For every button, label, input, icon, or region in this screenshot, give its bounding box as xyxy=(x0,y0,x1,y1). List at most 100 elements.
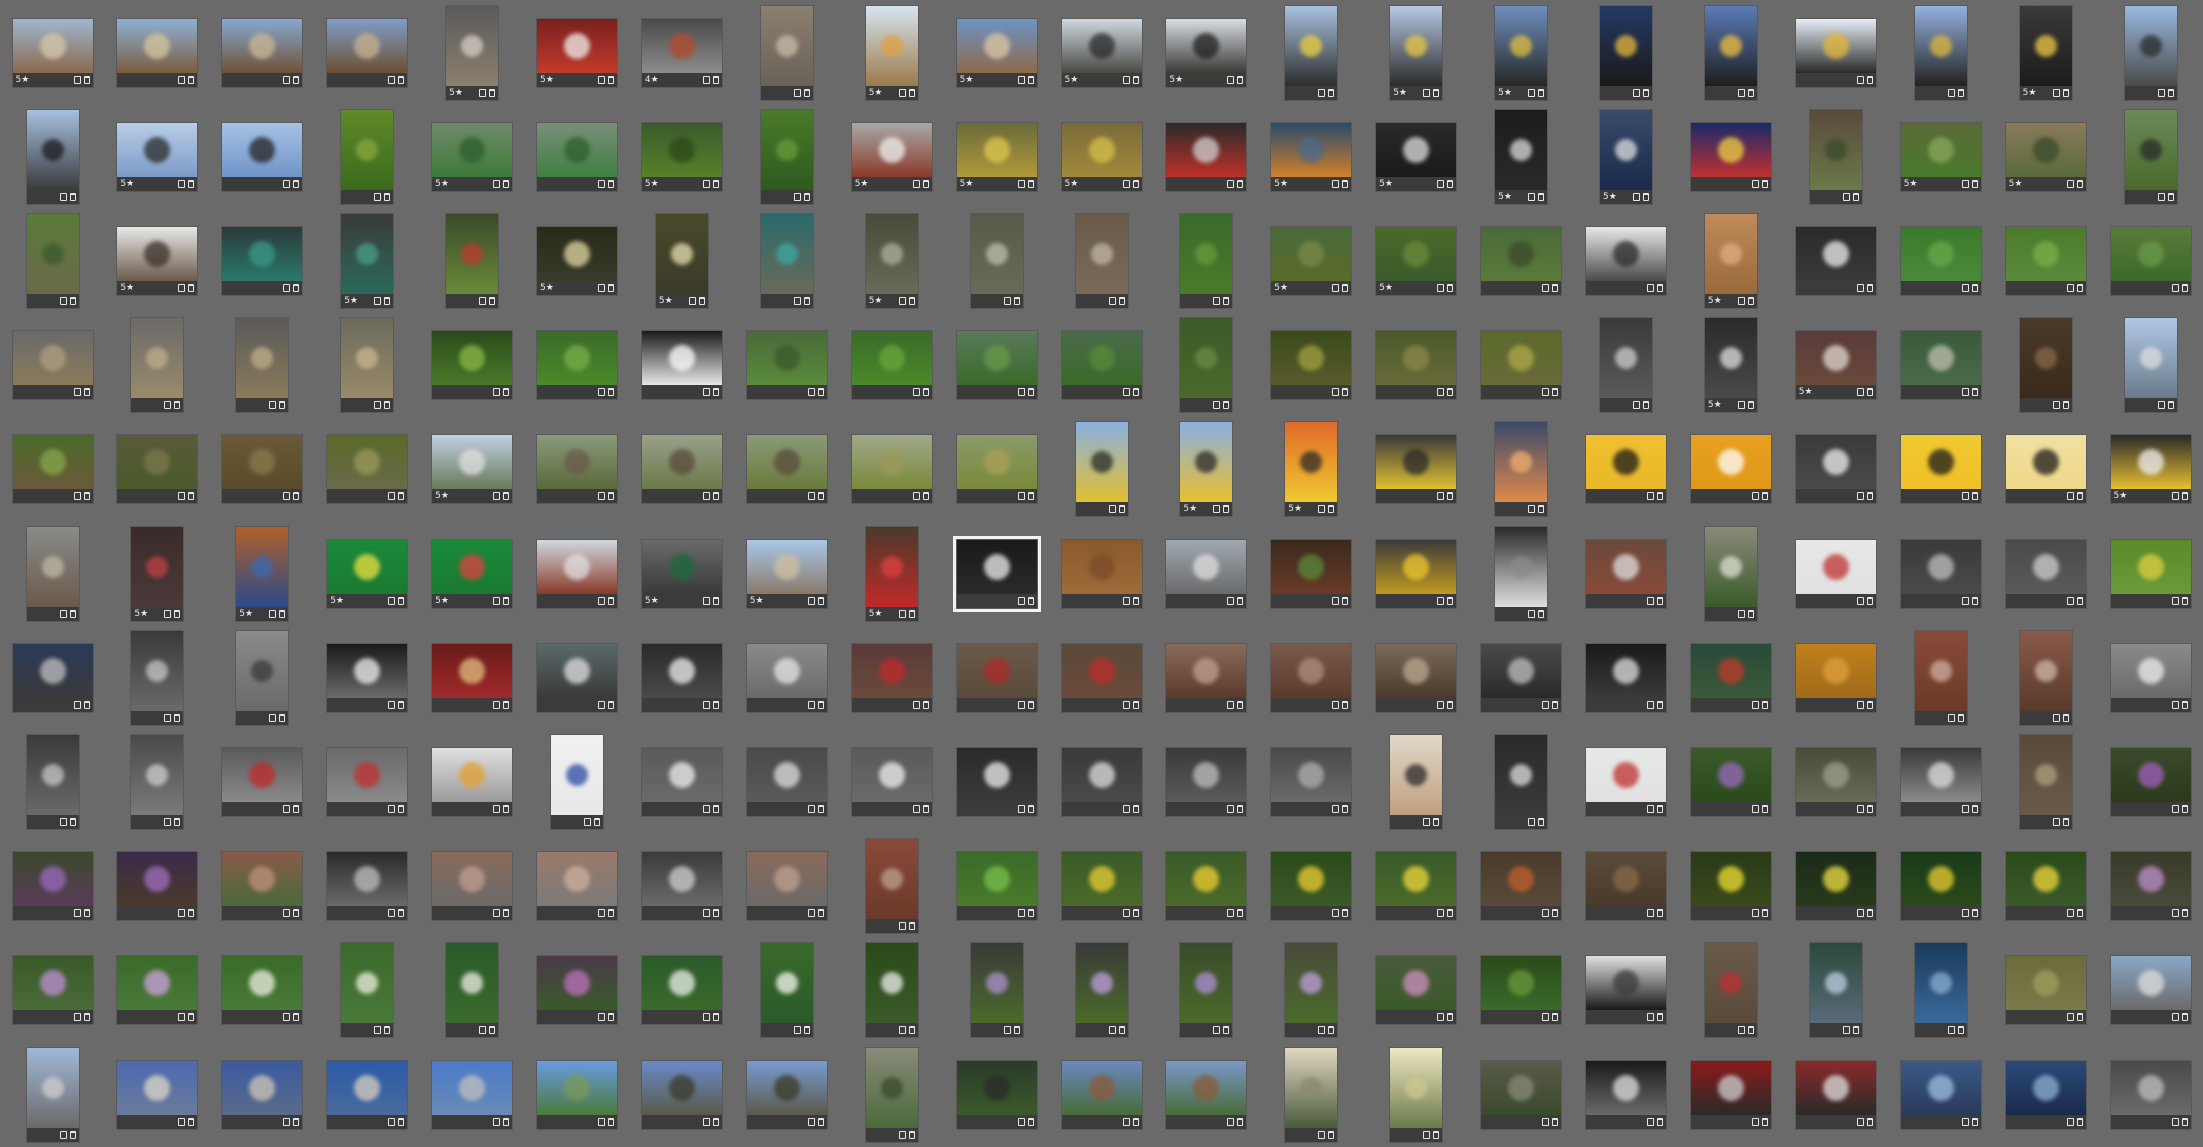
photo-thumbnail[interactable] xyxy=(1376,435,1457,504)
photo-thumbnail[interactable] xyxy=(327,747,408,816)
photo-thumbnail[interactable] xyxy=(222,956,303,1025)
photo-thumbnail[interactable] xyxy=(1061,331,1142,400)
trash-icon[interactable] xyxy=(293,283,300,292)
photo-thumbnail[interactable] xyxy=(327,643,408,712)
filmstrip-edit-icon[interactable] xyxy=(702,492,710,501)
filmstrip-edit-icon[interactable] xyxy=(269,401,277,410)
trash-icon[interactable] xyxy=(503,909,510,918)
trash-icon[interactable] xyxy=(1237,1117,1244,1126)
photo-thumbnail[interactable]: 5★ xyxy=(641,122,722,191)
trash-icon[interactable] xyxy=(1866,700,1873,709)
thumbnail-cell[interactable] xyxy=(0,313,105,418)
filmstrip-edit-icon[interactable] xyxy=(1751,804,1759,813)
photo-thumbnail[interactable] xyxy=(1900,852,1981,921)
photo-thumbnail[interactable] xyxy=(1285,5,1338,100)
trash-icon[interactable] xyxy=(1237,909,1244,918)
thumbnail-cell[interactable] xyxy=(315,313,420,418)
trash-icon[interactable] xyxy=(1027,804,1034,813)
photo-thumbnail[interactable] xyxy=(551,734,603,829)
trash-icon[interactable] xyxy=(594,817,600,826)
thumbnail-cell[interactable] xyxy=(210,625,315,730)
thumbnail-cell[interactable] xyxy=(1049,521,1154,626)
filmstrip-edit-icon[interactable] xyxy=(807,700,815,709)
thumbnail-cell[interactable] xyxy=(1049,313,1154,418)
trash-icon[interactable] xyxy=(489,88,496,97)
trash-icon[interactable] xyxy=(1027,179,1034,188)
trash-icon[interactable] xyxy=(1643,192,1649,201)
filmstrip-edit-icon[interactable] xyxy=(178,909,186,918)
thumbnail-cell[interactable] xyxy=(420,625,525,730)
filmstrip-edit-icon[interactable] xyxy=(283,909,291,918)
filmstrip-edit-icon[interactable] xyxy=(283,1117,291,1126)
trash-icon[interactable] xyxy=(803,88,810,97)
star-rating[interactable]: 5★ xyxy=(540,73,554,87)
filmstrip-edit-icon[interactable] xyxy=(1332,700,1340,709)
filmstrip-edit-icon[interactable] xyxy=(283,75,291,84)
filmstrip-edit-icon[interactable] xyxy=(2066,1013,2074,1022)
thumbnail-cell[interactable] xyxy=(1888,313,1993,418)
photo-thumbnail[interactable] xyxy=(2110,539,2191,608)
filmstrip-edit-icon[interactable] xyxy=(73,909,81,918)
thumbnail-cell[interactable] xyxy=(105,625,210,730)
thumbnail-cell[interactable] xyxy=(1783,521,1888,626)
photo-thumbnail[interactable] xyxy=(537,1060,617,1129)
thumbnail-cell[interactable]: 5★ xyxy=(1574,104,1679,209)
trash-icon[interactable] xyxy=(1132,75,1139,84)
filmstrip-edit-icon[interactable] xyxy=(1017,700,1025,709)
thumbnail-cell[interactable] xyxy=(1993,208,2098,313)
thumbnail-cell[interactable] xyxy=(944,208,1049,313)
star-rating[interactable]: 5★ xyxy=(659,294,673,308)
filmstrip-edit-icon[interactable] xyxy=(269,609,277,618)
photo-thumbnail[interactable] xyxy=(641,852,722,921)
photo-thumbnail[interactable] xyxy=(1900,1060,1981,1129)
photo-thumbnail[interactable] xyxy=(1586,539,1666,608)
photo-thumbnail[interactable] xyxy=(131,734,184,829)
trash-icon[interactable] xyxy=(712,596,719,605)
thumbnail-cell[interactable] xyxy=(525,1042,630,1147)
trash-icon[interactable] xyxy=(2062,88,2069,97)
filmstrip-edit-icon[interactable] xyxy=(793,296,801,305)
thumbnail-cell[interactable] xyxy=(0,834,105,939)
filmstrip-edit-icon[interactable] xyxy=(2066,492,2074,501)
thumbnail-cell[interactable] xyxy=(1049,625,1154,730)
trash-icon[interactable] xyxy=(1957,713,1964,722)
photo-thumbnail[interactable]: 5★ xyxy=(131,526,184,621)
trash-icon[interactable] xyxy=(1223,401,1230,410)
trash-icon[interactable] xyxy=(398,1117,405,1126)
filmstrip-edit-icon[interactable] xyxy=(1318,88,1326,97)
trash-icon[interactable] xyxy=(1027,75,1034,84)
trash-icon[interactable] xyxy=(2076,1013,2083,1022)
trash-icon[interactable] xyxy=(1643,88,1649,97)
thumbnail-cell[interactable]: 5★ xyxy=(839,521,944,626)
trash-icon[interactable] xyxy=(503,596,510,605)
star-rating[interactable]: 5★ xyxy=(1708,398,1722,412)
trash-icon[interactable] xyxy=(1328,1130,1335,1139)
trash-icon[interactable] xyxy=(608,1013,614,1022)
photo-thumbnail[interactable]: 5★ xyxy=(537,18,617,87)
thumbnail-cell[interactable] xyxy=(944,417,1049,522)
thumbnail-cell[interactable] xyxy=(734,625,839,730)
thumbnail-cell[interactable] xyxy=(839,417,944,522)
thumbnail-cell[interactable]: 5★ xyxy=(839,208,944,313)
trash-icon[interactable] xyxy=(1971,909,1978,918)
thumbnail-cell[interactable] xyxy=(1783,729,1888,834)
thumbnail-cell[interactable] xyxy=(1259,521,1364,626)
photo-thumbnail[interactable] xyxy=(851,747,932,816)
trash-icon[interactable] xyxy=(908,88,915,97)
filmstrip-edit-icon[interactable] xyxy=(388,1117,396,1126)
photo-thumbnail[interactable] xyxy=(537,643,617,712)
photo-thumbnail[interactable] xyxy=(1166,747,1247,816)
filmstrip-edit-icon[interactable] xyxy=(584,817,591,826)
thumbnail-cell[interactable] xyxy=(1154,938,1259,1043)
photo-thumbnail[interactable] xyxy=(1481,226,1562,295)
photo-thumbnail[interactable] xyxy=(1795,435,1876,504)
filmstrip-edit-icon[interactable] xyxy=(898,922,906,931)
thumbnail-cell[interactable] xyxy=(1259,1042,1364,1147)
trash-icon[interactable] xyxy=(188,1013,195,1022)
filmstrip-edit-icon[interactable] xyxy=(388,596,396,605)
photo-thumbnail[interactable] xyxy=(26,213,79,308)
trash-icon[interactable] xyxy=(803,1026,810,1035)
photo-thumbnail[interactable]: 5★ xyxy=(1600,109,1652,204)
trash-icon[interactable] xyxy=(1761,909,1768,918)
photo-thumbnail[interactable]: 5★ xyxy=(865,5,918,100)
